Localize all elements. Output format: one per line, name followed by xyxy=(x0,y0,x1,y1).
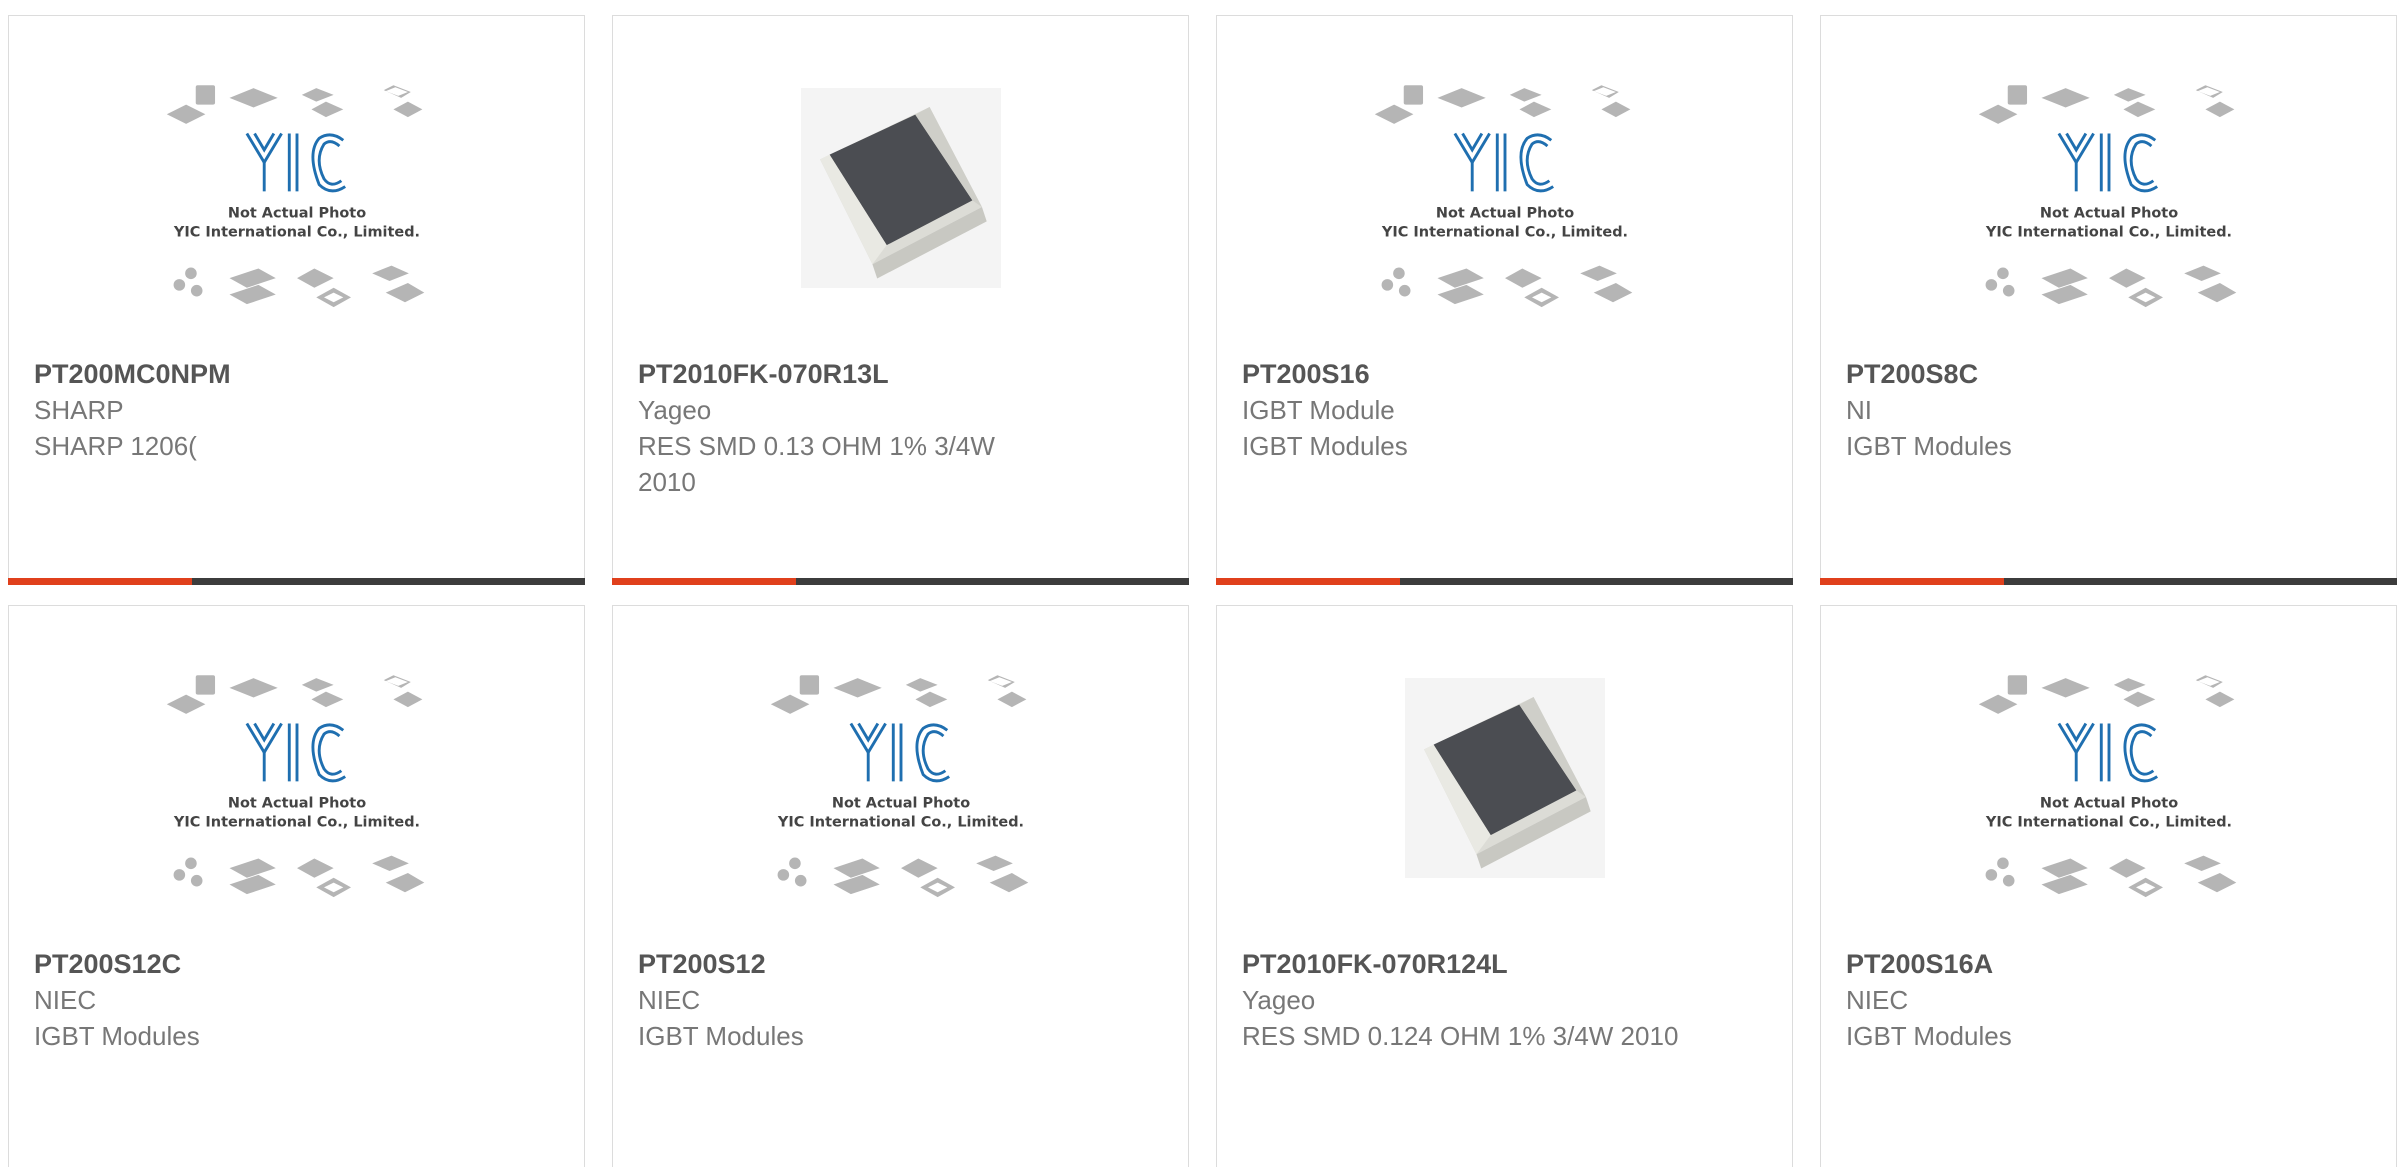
yic-placeholder-image xyxy=(1370,76,1640,326)
card-accent-bar xyxy=(8,578,192,585)
product-info: PT2010FK-070R124L Yageo RES SMD 0.124 OH… xyxy=(1242,946,1742,1054)
yic-placeholder-image xyxy=(1974,666,2244,916)
product-card[interactable]: PT200S16 IGBT Module IGBT Modules xyxy=(1216,15,1793,585)
part-number[interactable]: PT200S16 xyxy=(1242,356,1742,392)
product-image[interactable] xyxy=(1217,678,1792,948)
description: IGBT Modules xyxy=(1846,431,2012,461)
manufacturer: SHARP xyxy=(34,395,124,425)
part-number[interactable]: PT2010FK-070R13L xyxy=(638,356,1138,392)
product-info: PT2010FK-070R13L Yageo RES SMD 0.13 OHM … xyxy=(638,356,1138,500)
yic-placeholder-image xyxy=(1974,76,2244,326)
product-info: PT200S16A NIEC IGBT Modules xyxy=(1846,946,2346,1054)
product-image[interactable] xyxy=(613,88,1188,358)
product-info: PT200S8C NI IGBT Modules xyxy=(1846,356,2346,464)
manufacturer: NIEC xyxy=(34,985,97,1015)
product-image[interactable] xyxy=(9,666,584,936)
description: RES SMD 0.13 OHM 1% 3/4W 2010 xyxy=(638,431,995,497)
product-card[interactable]: PT200S8C NI IGBT Modules xyxy=(1820,15,2397,585)
part-number[interactable]: PT200MC0NPM xyxy=(34,356,534,392)
part-number[interactable]: PT200S12C xyxy=(34,946,534,982)
product-image[interactable] xyxy=(1821,666,2396,936)
part-number[interactable]: PT200S12 xyxy=(638,946,1138,982)
product-card[interactable]: PT2010FK-070R13L Yageo RES SMD 0.13 OHM … xyxy=(612,15,1189,585)
yic-placeholder-image xyxy=(162,666,432,916)
product-image[interactable] xyxy=(1821,76,2396,346)
manufacturer: Yageo xyxy=(638,395,712,425)
manufacturer: Yageo xyxy=(1242,985,1316,1015)
yic-placeholder-image xyxy=(766,666,1036,916)
card-accent-bar xyxy=(1216,578,1400,585)
product-image[interactable] xyxy=(613,666,1188,936)
description: IGBT Modules xyxy=(1242,431,1408,461)
product-card[interactable]: PT200S12 NIEC IGBT Modules xyxy=(612,605,1189,1167)
card-accent-bar xyxy=(612,578,796,585)
card-bottom-bar xyxy=(1820,578,2397,585)
product-grid: PT200MC0NPM SHARP SHARP 1206( PT2010FK-0… xyxy=(0,0,2400,1167)
card-bottom-bar xyxy=(612,578,1189,585)
description: IGBT Modules xyxy=(1846,1021,2012,1051)
resistor-image xyxy=(1405,678,1605,878)
yic-placeholder-image xyxy=(162,76,432,326)
product-image[interactable] xyxy=(1217,76,1792,346)
part-number[interactable]: PT2010FK-070R124L xyxy=(1242,946,1742,982)
description: SHARP 1206( xyxy=(34,431,197,461)
manufacturer: NIEC xyxy=(638,985,701,1015)
product-card[interactable]: PT200S12C NIEC IGBT Modules xyxy=(8,605,585,1167)
resistor-image xyxy=(801,88,1001,288)
card-bottom-bar xyxy=(8,578,585,585)
product-card[interactable]: PT2010FK-070R124L Yageo RES SMD 0.124 OH… xyxy=(1216,605,1793,1167)
product-card[interactable]: PT200MC0NPM SHARP SHARP 1206( xyxy=(8,15,585,585)
card-accent-bar xyxy=(1820,578,2004,585)
description: IGBT Modules xyxy=(638,1021,804,1051)
description: IGBT Modules xyxy=(34,1021,200,1051)
product-image[interactable] xyxy=(9,76,584,346)
manufacturer: IGBT Module xyxy=(1242,395,1395,425)
product-card[interactable]: PT200S16A NIEC IGBT Modules xyxy=(1820,605,2397,1167)
part-number[interactable]: PT200S8C xyxy=(1846,356,2346,392)
manufacturer: NI xyxy=(1846,395,1872,425)
card-bottom-bar xyxy=(1216,578,1793,585)
product-info: PT200S12C NIEC IGBT Modules xyxy=(34,946,534,1054)
product-info: PT200S12 NIEC IGBT Modules xyxy=(638,946,1138,1054)
description: RES SMD 0.124 OHM 1% 3/4W 2010 xyxy=(1242,1021,1679,1051)
product-info: PT200MC0NPM SHARP SHARP 1206( xyxy=(34,356,534,464)
product-info: PT200S16 IGBT Module IGBT Modules xyxy=(1242,356,1742,464)
part-number[interactable]: PT200S16A xyxy=(1846,946,2346,982)
manufacturer: NIEC xyxy=(1846,985,1909,1015)
